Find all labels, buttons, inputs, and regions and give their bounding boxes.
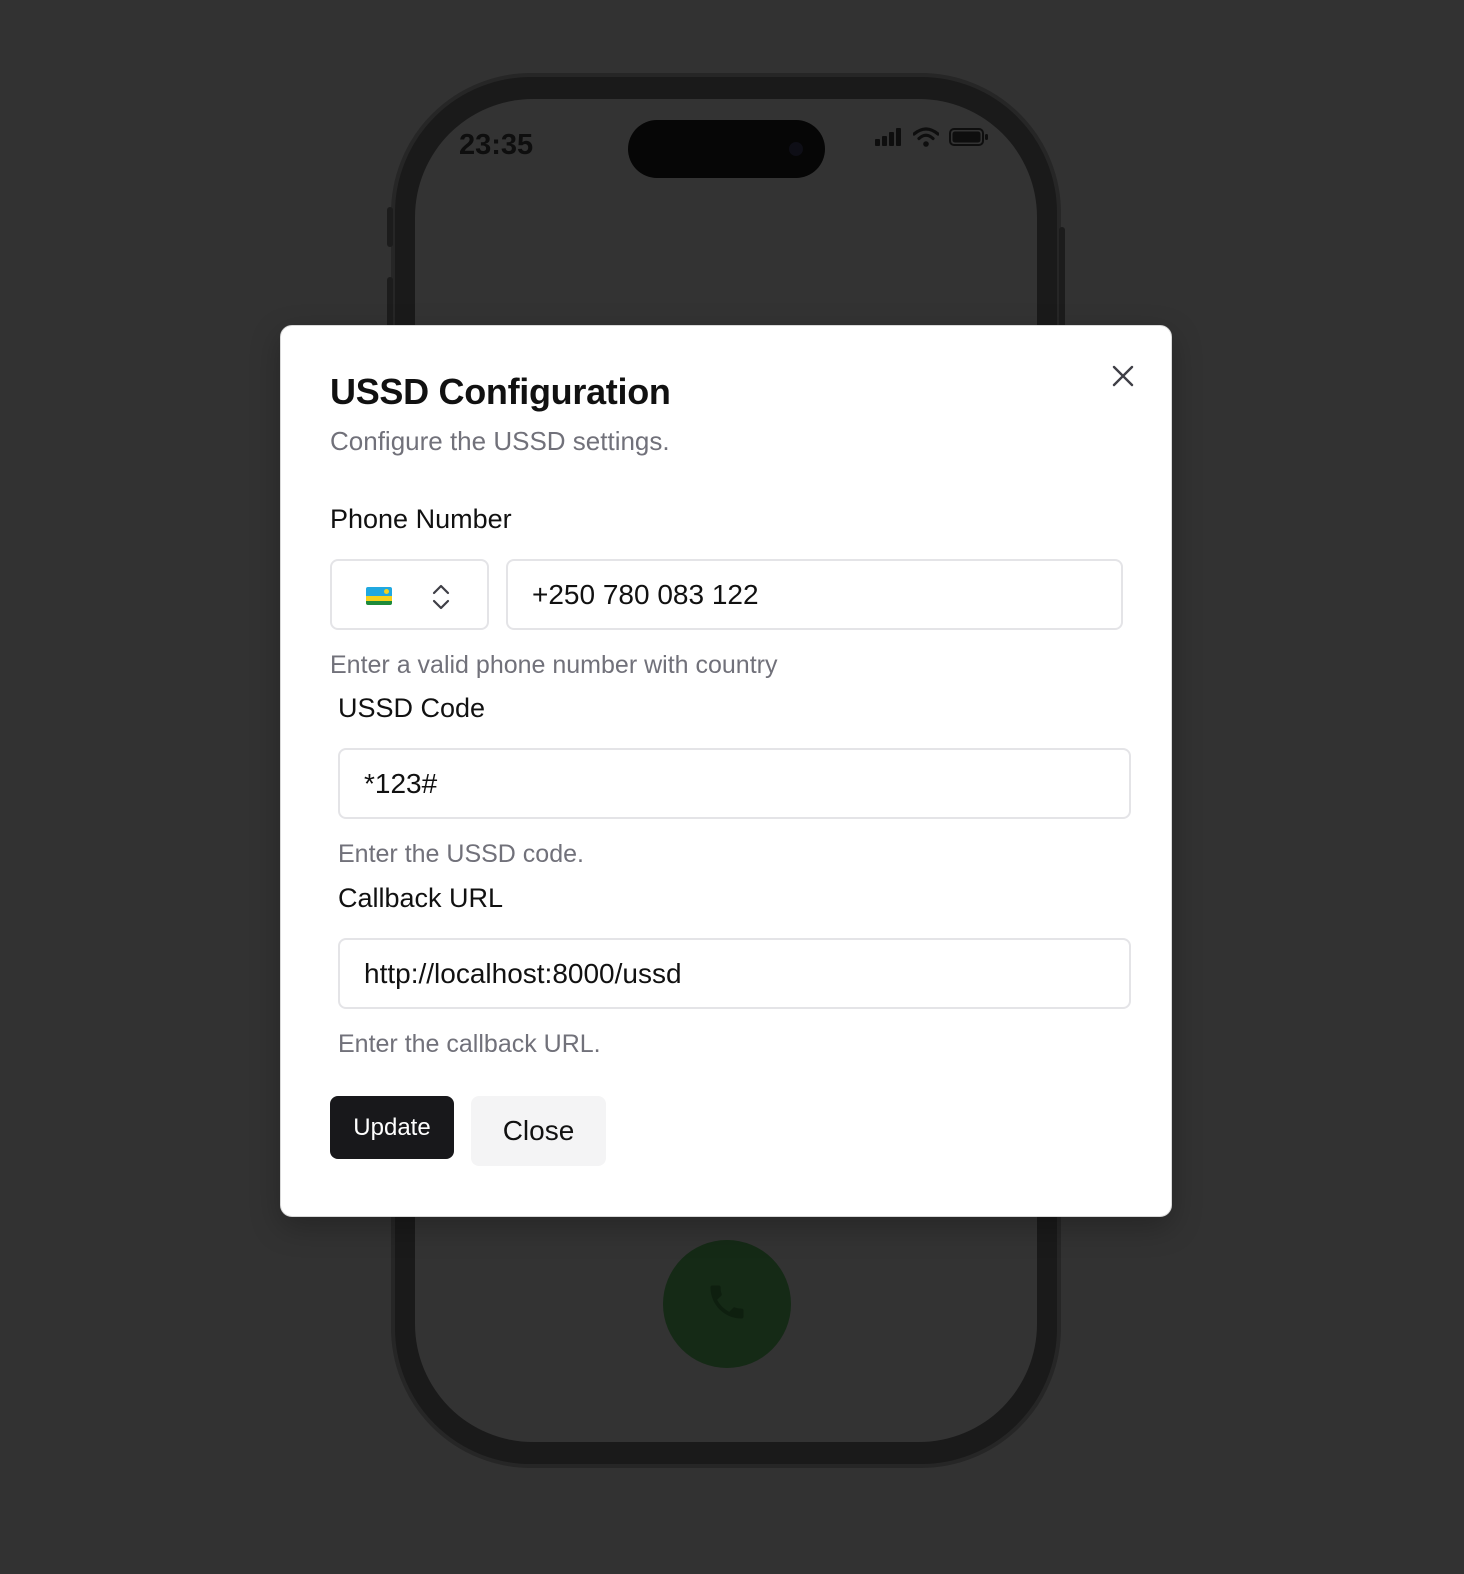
ussd-code-helper: Enter the USSD code. — [338, 840, 584, 868]
dialog-subtitle: Configure the USSD settings. — [330, 426, 670, 456]
callback-url-label: Callback URL — [338, 883, 504, 913]
call-button[interactable] — [663, 1240, 791, 1368]
chevron-up-down-icon — [430, 583, 452, 616]
close-button[interactable]: Close — [471, 1096, 606, 1166]
callback-url-helper: Enter the callback URL. — [338, 1030, 601, 1058]
ussd-code-label: USSD Code — [338, 693, 486, 723]
callback-url-input[interactable] — [338, 938, 1131, 1009]
status-icons — [875, 127, 989, 147]
signal-icon — [875, 128, 903, 146]
ussd-config-dialog: USSD Configuration Configure the USSD se… — [280, 325, 1172, 1217]
close-icon[interactable] — [1109, 362, 1137, 390]
wifi-icon — [913, 127, 939, 147]
dialog-title: USSD Configuration — [330, 371, 671, 412]
country-code-select[interactable] — [330, 559, 489, 630]
phone-number-helper: Enter a valid phone number with country — [330, 651, 778, 679]
camera-icon — [789, 142, 803, 156]
phone-number-input[interactable] — [506, 559, 1123, 630]
phone-number-label: Phone Number — [330, 504, 512, 534]
update-button[interactable]: Update — [330, 1096, 454, 1159]
rwanda-flag-icon — [366, 587, 392, 605]
phone-icon — [705, 1280, 749, 1329]
status-time: 23:35 — [459, 129, 534, 161]
dynamic-island — [628, 120, 825, 178]
mute-switch — [387, 207, 393, 247]
battery-icon — [949, 127, 989, 147]
ussd-code-input[interactable] — [338, 748, 1131, 819]
